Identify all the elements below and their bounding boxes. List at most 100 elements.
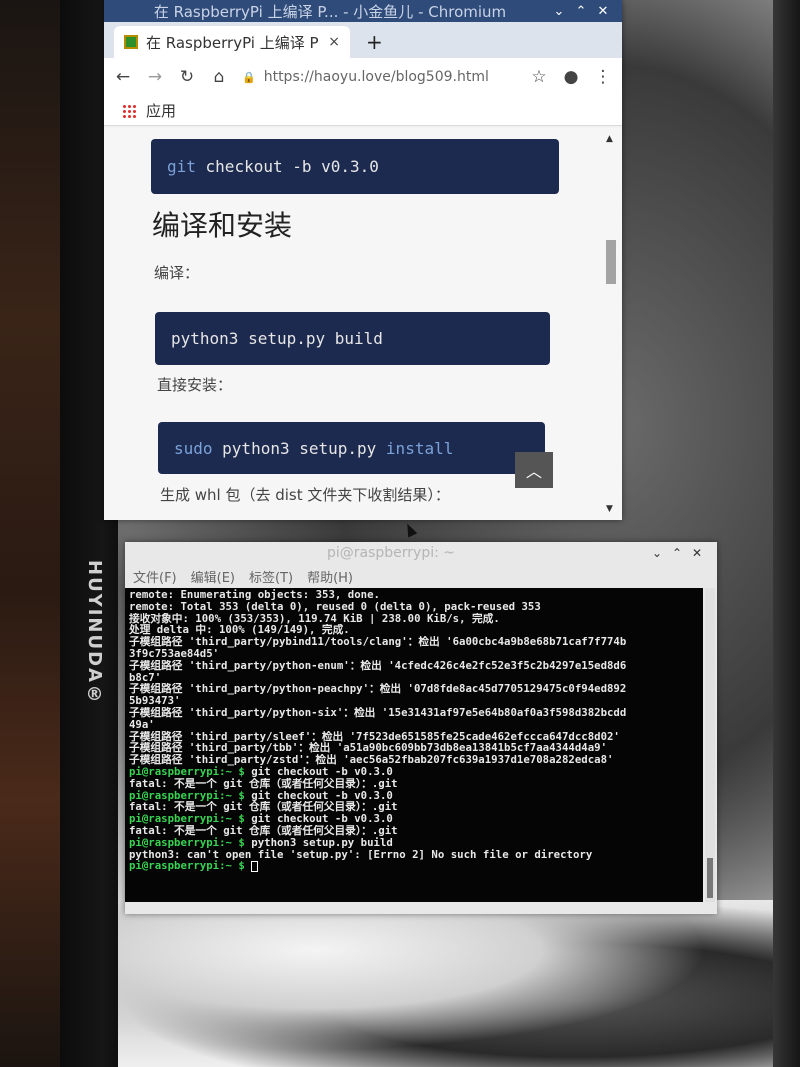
back-to-top-button[interactable]: ︿ — [515, 452, 553, 488]
new-tab-button[interactable]: + — [366, 30, 383, 54]
terminal-close-button[interactable]: ✕ — [687, 546, 707, 560]
terminal-text: 接收对象中: 100% (353/353), 119.74 KiB | 238.… — [129, 612, 500, 625]
code-text: checkout -b v0.3.0 — [195, 157, 379, 176]
terminal-line: fatal: 不是一个 git 仓库（或者任何父目录）：.git — [129, 801, 699, 813]
bookmarks-bar: 应用 — [104, 96, 622, 126]
terminal-line: 接收对象中: 100% (353/353), 119.74 KiB | 238.… — [129, 613, 699, 625]
terminal-line: pi@raspberrypi:~ $ — [129, 860, 699, 872]
code-text: python3 setup.py — [212, 438, 386, 458]
address-bar[interactable]: 🔒 https://haoyu.love/blog509.html — [242, 69, 516, 85]
apps-grid-icon[interactable] — [122, 103, 136, 118]
terminal-title: pi@raspberrypi: ~ — [326, 545, 456, 561]
code-block-checkout: git checkout -b v0.3.0 — [151, 139, 559, 194]
terminal-line: fatal: 不是一个 git 仓库（或者任何父目录）：.git — [129, 825, 699, 837]
bookmark-apps[interactable]: 应用 — [146, 100, 176, 121]
code-keyword: git — [167, 157, 196, 176]
terminal-maximize-button[interactable]: ⌃ — [667, 546, 687, 560]
lock-icon: 🔒 — [242, 70, 256, 84]
section-heading: 编译和安装 — [152, 209, 293, 242]
terminal-titlebar[interactable]: pi@raspberrypi: ~ ⌄ ⌃ ✕ — [125, 542, 717, 564]
tab-title: 在 RaspberryPi 上编译 P — [146, 33, 319, 52]
terminal-line: remote: Enumerating objects: 353, done. — [129, 589, 699, 601]
favicon-icon — [124, 35, 138, 49]
terminal-line: 3f9c753ae84d5' — [129, 648, 699, 660]
star-icon[interactable]: ☆ — [530, 67, 548, 87]
terminal-text: 子模组路径 'third_party/python-enum'：检出 '4cfe… — [129, 659, 627, 672]
terminal-line: python3: can't open file 'setup.py': [Er… — [129, 849, 699, 861]
terminal-line: 子模组路径 'third_party/zstd'：检出 'aec56a52fba… — [129, 754, 699, 766]
tab-active[interactable]: 在 RaspberryPi 上编译 P × — [114, 26, 350, 58]
shell-prompt: pi@raspberrypi:~ $ — [129, 860, 245, 873]
terminal-text: 3f9c753ae84d5' — [129, 647, 220, 660]
url-text: https://haoyu.love/blog509.html — [263, 69, 489, 85]
shell-prompt: pi@raspberrypi:~ $ — [129, 813, 245, 825]
home-icon[interactable]: ⌂ — [210, 67, 228, 87]
menu-tabs[interactable]: 标签(T) — [249, 567, 293, 586]
terminal-minimize-button[interactable]: ⌄ — [647, 546, 667, 560]
browser-window: 在 RaspberryPi 上编译 P... - 小金鱼儿 - Chromium… — [104, 0, 622, 520]
terminal-line: pi@raspberrypi:~ $ git checkout -b v0.3.… — [129, 766, 699, 778]
terminal-text: 子模组路径 'third_party/tbb'：检出 'a51a90bc609b… — [129, 742, 608, 755]
terminal-text: fatal: 不是一个 git 仓库（或者任何父目录）：.git — [129, 824, 398, 837]
scroll-down-arrow-icon[interactable]: ▼ — [606, 504, 613, 514]
terminal-window: pi@raspberrypi: ~ ⌄ ⌃ ✕ 文件(F) 编辑(E) 标签(T… — [125, 542, 717, 914]
terminal-line: 子模组路径 'third_party/tbb'：检出 'a51a90bc609b… — [129, 742, 699, 754]
terminal-text: remote: Total 353 (delta 0), reused 0 (d… — [129, 600, 541, 613]
compile-label: 编译： — [154, 264, 200, 282]
close-button[interactable]: ✕ — [592, 4, 614, 19]
terminal-line: pi@raspberrypi:~ $ git checkout -b v0.3.… — [129, 790, 699, 802]
browser-window-title: 在 RaspberryPi 上编译 P... - 小金鱼儿 - Chromium — [153, 2, 507, 21]
page-viewport[interactable]: git checkout -b v0.3.0 编译和安装 编译： python3… — [104, 128, 622, 520]
terminal-line: remote: Total 353 (delta 0), reused 0 (d… — [129, 601, 699, 613]
browser-titlebar[interactable]: 在 RaspberryPi 上编译 P... - 小金鱼儿 - Chromium… — [104, 0, 622, 22]
terminal-text: 子模组路径 'third_party/pybind11/tools/clang'… — [129, 636, 627, 648]
tab-strip: 在 RaspberryPi 上编译 P × + — [104, 22, 622, 58]
terminal-output[interactable]: remote: Enumerating objects: 353, done. r… — [125, 588, 703, 902]
terminal-menubar: 文件(F) 编辑(E) 标签(T) 帮助(H) — [125, 564, 717, 588]
forward-arrow-icon[interactable]: → — [146, 67, 164, 87]
code-text: python3 setup.py build — [171, 329, 383, 348]
terminal-text: git checkout -b v0.3.0 — [244, 765, 393, 778]
scroll-up-arrow-icon[interactable]: ▲ — [606, 134, 613, 144]
tab-close-icon[interactable]: × — [328, 34, 340, 50]
terminal-line: 子模组路径 'third_party/pybind11/tools/clang'… — [129, 636, 699, 648]
terminal-line: b8c7' — [129, 672, 699, 684]
terminal-line: 子模组路径 'third_party/python-six'：检出 '15e31… — [129, 707, 699, 719]
scroll-thumb[interactable] — [606, 240, 616, 284]
code-keyword: sudo — [174, 438, 213, 458]
terminal-line: pi@raspberrypi:~ $ git checkout -b v0.3.… — [129, 813, 699, 825]
menu-help[interactable]: 帮助(H) — [307, 567, 353, 586]
terminal-cursor — [251, 860, 259, 872]
terminal-text: git checkout -b v0.3.0 — [244, 813, 393, 825]
menu-file[interactable]: 文件(F) — [133, 567, 177, 586]
terminal-text: python3 setup.py build — [244, 836, 393, 849]
terminal-scrollbar[interactable] — [705, 588, 715, 902]
terminal-line: 子模组路径 'third_party/python-enum'：检出 '4cfe… — [129, 660, 699, 672]
profile-icon[interactable]: ● — [562, 67, 580, 87]
code-block-install: sudo python3 setup.py install — [158, 422, 545, 474]
terminal-line: pi@raspberrypi:~ $ python3 setup.py buil… — [129, 837, 699, 849]
whl-label: 生成 whl 包（去 dist 文件夹下收割结果）： — [160, 486, 450, 504]
menu-kebab-icon[interactable]: ⋮ — [594, 67, 612, 87]
terminal-text: b8c7' — [129, 671, 162, 684]
monitor-right-edge — [770, 0, 800, 1067]
mountain-wallpaper — [118, 900, 773, 1067]
terminal-line: 5b93473' — [129, 695, 699, 707]
terminal-text: 49a' — [129, 718, 155, 731]
shell-prompt: pi@raspberrypi:~ $ — [129, 836, 245, 849]
back-arrow-icon[interactable]: ← — [114, 67, 132, 87]
reload-icon[interactable]: ↻ — [178, 67, 196, 87]
terminal-line: 处理 delta 中: 100% (149/149), 完成. — [129, 624, 699, 636]
terminal-text: 子模组路径 'third_party/python-six'：检出 '15e31… — [129, 706, 627, 719]
code-keyword: install — [385, 438, 454, 458]
terminal-scroll-thumb[interactable] — [707, 858, 713, 898]
install-label: 直接安装： — [157, 376, 233, 394]
page-scrollbar[interactable]: ▲ ▼ — [604, 128, 618, 520]
maximize-button[interactable]: ⌃ — [570, 4, 592, 19]
terminal-text: 子模组路径 'third_party/zstd'：检出 'aec56a52fba… — [129, 754, 614, 766]
minimize-button[interactable]: ⌄ — [548, 4, 570, 19]
menu-edit[interactable]: 编辑(E) — [191, 567, 235, 586]
terminal-text: 子模组路径 'third_party/python-peachpy'：检出 '0… — [129, 683, 627, 696]
terminal-text: fatal: 不是一个 git 仓库（或者任何父目录）：.git — [129, 777, 398, 790]
shell-prompt: pi@raspberrypi:~ $ — [129, 765, 245, 778]
